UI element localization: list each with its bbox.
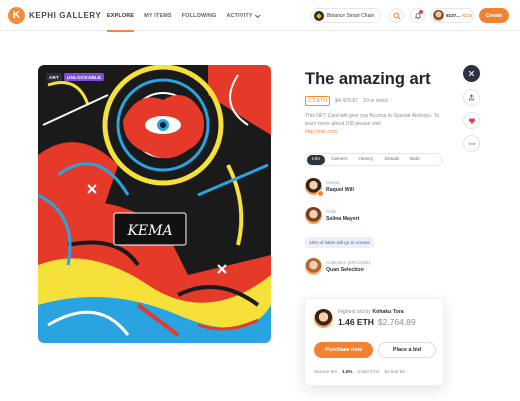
badge-unlockable: UNLOCKABLE bbox=[64, 73, 105, 81]
top-navbar: K KEPHI GALLERY EXPLORE MY ITEMS FOLLOWI… bbox=[0, 0, 520, 32]
highest-bid-label: Highest bid by bbox=[338, 309, 371, 315]
user-wallet[interactable]: 9237... KCG bbox=[431, 8, 474, 23]
stock-count: 10 in stock bbox=[363, 98, 388, 104]
owner-name: Raquel Will bbox=[326, 187, 354, 193]
description-text: This NFT Card will give you Access to Sp… bbox=[305, 113, 440, 127]
fee-pct: 1.5% bbox=[341, 369, 353, 374]
more-button[interactable] bbox=[463, 135, 480, 152]
bidder-avatar bbox=[314, 309, 333, 328]
bid-card: Highest bid by Kohaku Tora 1.46 ETH $2,7… bbox=[304, 298, 444, 386]
collection-row[interactable]: Collection (ERC1155) Quan Selection bbox=[305, 258, 370, 275]
chain-selector[interactable]: Binance Smart Chain bbox=[311, 8, 381, 23]
nav-my-items[interactable]: MY ITEMS bbox=[144, 0, 172, 31]
tab-history[interactable]: History bbox=[354, 155, 379, 165]
artist-role: Artist bbox=[326, 209, 337, 214]
share-icon bbox=[469, 94, 474, 101]
binance-icon bbox=[314, 10, 324, 21]
tab-bids[interactable]: Bids bbox=[405, 155, 424, 165]
more-icon bbox=[468, 142, 475, 145]
brand-logo[interactable]: K KEPHI GALLERY bbox=[8, 7, 101, 24]
place-bid-button[interactable]: Place a bid bbox=[378, 342, 436, 358]
royalty-note: 15% of sales will go to creator bbox=[305, 237, 375, 248]
price-row: 2.5 ETH $4,429.87 10 in stock bbox=[305, 96, 388, 106]
artwork-image: KEMA bbox=[38, 65, 271, 343]
search-icon bbox=[393, 12, 400, 19]
nav-activity-label: ACTIVITY bbox=[226, 12, 253, 19]
item-description: This NFT Card will give you Access to Sp… bbox=[305, 112, 450, 136]
info-tabs: Info Owners History Details Bids bbox=[305, 153, 443, 166]
fee-eth: 2.563 ETH bbox=[357, 369, 380, 374]
like-button[interactable] bbox=[463, 112, 480, 129]
wallet-currency: KCG bbox=[462, 13, 473, 18]
chevron-down-icon bbox=[254, 11, 261, 18]
search-button[interactable] bbox=[389, 8, 404, 23]
logo-icon: K bbox=[8, 7, 25, 24]
fee-usd: $4,540.62 bbox=[384, 369, 405, 374]
highest-bid-line: Highest bid by Kohaku Tora bbox=[338, 309, 416, 315]
notification-dot bbox=[419, 10, 423, 14]
wallet-amount: 9237... bbox=[446, 13, 461, 18]
highest-bid: Highest bid by Kohaku Tora 1.46 ETH $2,7… bbox=[314, 309, 416, 328]
collection-name: Quan Selection bbox=[326, 267, 364, 273]
close-icon bbox=[468, 70, 475, 77]
badge-art: ART bbox=[46, 73, 63, 81]
nft-artwork: KEMA bbox=[38, 65, 271, 343]
nav-following[interactable]: FOLLOWING bbox=[182, 0, 217, 31]
bid-amount-usd: $2,764.89 bbox=[377, 317, 416, 327]
artwork-signature: KEMA bbox=[126, 223, 172, 239]
owner-role: Owner bbox=[326, 180, 340, 185]
tab-details[interactable]: Details bbox=[379, 155, 404, 165]
purchase-now-button[interactable]: Purchase now bbox=[314, 342, 373, 358]
bidder-name: Kohaku Tora bbox=[372, 309, 404, 315]
bid-amount-eth: 1.46 ETH bbox=[338, 317, 374, 327]
owner-badge-icon bbox=[317, 190, 324, 197]
nav-explore[interactable]: EXPLORE bbox=[107, 0, 135, 32]
artist-row[interactable]: Artist Selina Mayert bbox=[305, 207, 359, 224]
fee-label: Service fee bbox=[314, 369, 337, 374]
description-link[interactable]: http://site.com bbox=[305, 128, 450, 136]
owner-avatar bbox=[305, 178, 324, 197]
create-button[interactable]: Create bbox=[479, 8, 509, 23]
nav-activity[interactable]: ACTIVITY bbox=[226, 0, 261, 31]
price-eth: 2.5 ETH bbox=[305, 96, 331, 106]
item-badges: ART UNLOCKABLE bbox=[46, 73, 105, 81]
chain-label: Binance Smart Chain bbox=[327, 12, 375, 19]
notifications-button[interactable] bbox=[410, 8, 425, 23]
brand-name: KEPHI GALLERY bbox=[29, 11, 102, 20]
share-button[interactable] bbox=[463, 89, 480, 106]
owner-row[interactable]: Owner Raquel Will bbox=[305, 178, 354, 197]
close-button[interactable] bbox=[463, 65, 480, 82]
artist-name: Selina Mayert bbox=[326, 216, 360, 222]
tab-info[interactable]: Info bbox=[307, 154, 326, 165]
heart-icon bbox=[468, 117, 475, 124]
service-fee: Service fee 1.5% 2.563 ETH $4,540.62 bbox=[314, 369, 405, 374]
tab-owners[interactable]: Owners bbox=[326, 155, 353, 165]
artist-avatar bbox=[305, 207, 322, 224]
collection-role: Collection (ERC1155) bbox=[326, 260, 371, 265]
collection-avatar bbox=[305, 258, 322, 275]
user-avatar bbox=[433, 10, 444, 21]
main-nav: EXPLORE MY ITEMS FOLLOWING ACTIVITY bbox=[107, 0, 261, 32]
price-usd: $4,429.87 bbox=[335, 98, 359, 104]
item-title: The amazing art bbox=[305, 70, 431, 88]
